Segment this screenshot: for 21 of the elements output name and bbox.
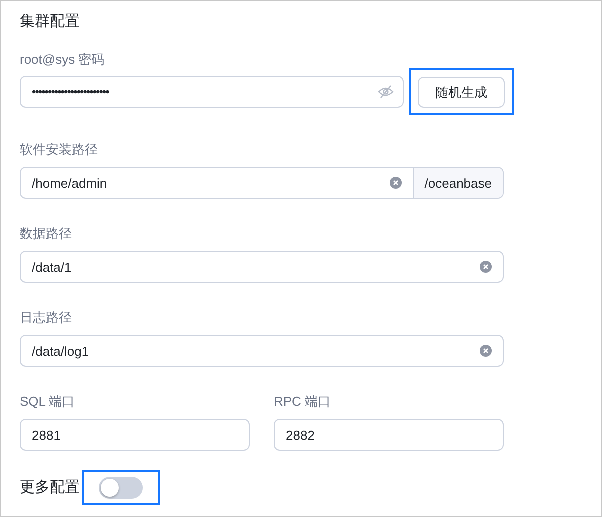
clear-icon[interactable] bbox=[480, 261, 492, 273]
switch-label: 更多配置 bbox=[20, 478, 80, 496]
path-suffix: /oceanbase bbox=[412, 168, 503, 198]
field-label: SQL 端口 bbox=[20, 393, 76, 411]
section-title: 集群配置 bbox=[20, 12, 81, 32]
password-field[interactable]: •••••••••••••••••••••••• bbox=[20, 76, 404, 108]
field-label: 软件安装路径 bbox=[20, 141, 99, 159]
generate-button[interactable]: 随机生成 bbox=[418, 77, 505, 108]
path-field[interactable]: /home/admin /oceanbase bbox=[20, 167, 504, 199]
toggle-switch[interactable] bbox=[99, 476, 143, 498]
port-field[interactable]: 2881 bbox=[20, 419, 250, 451]
port-field[interactable]: 2882 bbox=[274, 419, 504, 451]
clear-icon[interactable] bbox=[390, 177, 402, 189]
clear-icon[interactable] bbox=[480, 345, 492, 357]
field-label: root@sys 密码 bbox=[20, 51, 106, 69]
eye-slash-icon[interactable] bbox=[378, 84, 394, 98]
field-label: 日志路径 bbox=[20, 309, 73, 327]
field-label: RPC 端口 bbox=[274, 393, 332, 411]
field-label: 数据路径 bbox=[20, 225, 73, 243]
path-field[interactable]: /data/log1 bbox=[20, 335, 504, 367]
path-field[interactable]: /data/1 bbox=[20, 251, 504, 283]
